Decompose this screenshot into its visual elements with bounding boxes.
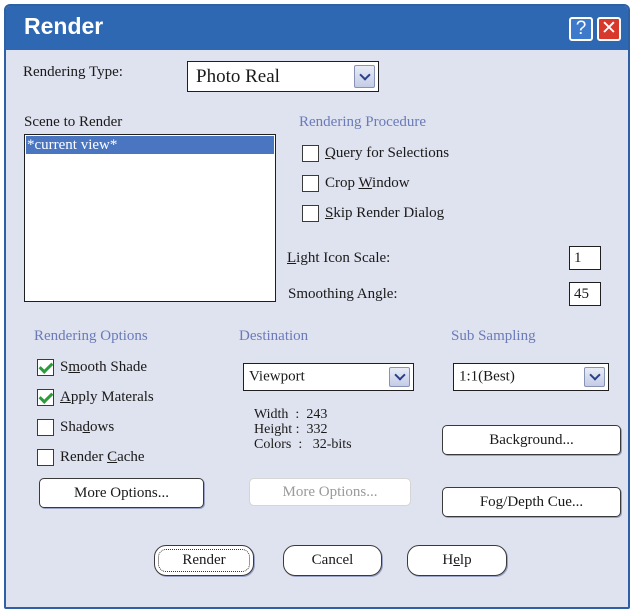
light-icon-scale-input[interactable]: 1 <box>569 246 601 270</box>
rendering-more-options-button[interactable]: More Options... <box>39 478 204 508</box>
chevron-down-icon[interactable] <box>584 367 605 387</box>
render-dialog: Render ? ✕ Rendering Type: Photo Real Sc… <box>4 4 630 609</box>
rendering-options-label: Rendering Options <box>34 328 148 344</box>
list-item[interactable]: *current view* <box>26 136 274 154</box>
shadows-checkbox[interactable] <box>37 419 54 436</box>
destination-more-options-button[interactable]: More Options... <box>249 478 411 506</box>
crop-window-checkbox[interactable] <box>302 175 319 192</box>
close-icon[interactable]: ✕ <box>597 17 621 41</box>
help-icon[interactable]: ? <box>569 17 593 41</box>
apply-materials-checkbox[interactable] <box>37 389 54 406</box>
rendering-type-select[interactable]: Photo Real <box>187 61 379 92</box>
render-button[interactable]: Render <box>154 545 254 576</box>
window-title: Render <box>24 13 104 39</box>
smoothing-angle-label: Smoothing Angle: <box>288 286 398 302</box>
rendering-procedure-label: Rendering Procedure <box>299 114 427 130</box>
sub-sampling-label: Sub Sampling <box>451 328 536 344</box>
render-cache-checkbox[interactable] <box>37 449 54 466</box>
sub-sampling-select[interactable]: 1:1(Best) <box>453 363 609 391</box>
destination-width: Width : 243 <box>254 407 328 422</box>
query-for-selections-checkbox[interactable] <box>302 145 319 162</box>
smooth-shade-label: Smooth Shade <box>60 359 148 375</box>
apply-materials-label: Apply Materals <box>60 389 154 405</box>
scene-to-render-label: Scene to Render <box>24 114 123 130</box>
cancel-button[interactable]: Cancel <box>283 545 382 576</box>
title-bar[interactable]: Render ? ✕ <box>6 6 628 50</box>
destination-select[interactable]: Viewport <box>243 363 414 391</box>
sub-sampling-value: 1:1(Best) <box>459 368 515 385</box>
destination-height: Height : 332 <box>254 422 328 437</box>
destination-label: Destination <box>239 328 309 344</box>
shadows-label: Shadows <box>60 419 115 435</box>
destination-value: Viewport <box>249 368 305 385</box>
rendering-type-value: Photo Real <box>196 65 280 87</box>
query-for-selections-label: Query for Selections <box>325 145 450 161</box>
destination-colors: Colors : 32-bits <box>254 437 352 452</box>
background-button[interactable]: Background... <box>442 425 621 455</box>
crop-window-label: Crop Window <box>325 175 410 191</box>
skip-render-dialog-checkbox[interactable] <box>302 205 319 222</box>
light-icon-scale-label: Light Icon Scale: <box>287 250 391 266</box>
fog-depth-cue-button[interactable]: Fog/Depth Cue... <box>442 487 621 517</box>
smoothing-angle-input[interactable]: 45 <box>569 282 601 306</box>
chevron-down-icon[interactable] <box>354 65 375 88</box>
render-cache-label: Render Cache <box>60 449 145 465</box>
rendering-type-label: Rendering Type: <box>23 64 123 80</box>
chevron-down-icon[interactable] <box>389 367 410 387</box>
smooth-shade-checkbox[interactable] <box>37 359 54 376</box>
scene-list[interactable]: *current view* <box>24 134 276 302</box>
help-button[interactable]: Help <box>407 545 507 576</box>
skip-render-dialog-label: Skip Render Dialog <box>325 205 445 221</box>
